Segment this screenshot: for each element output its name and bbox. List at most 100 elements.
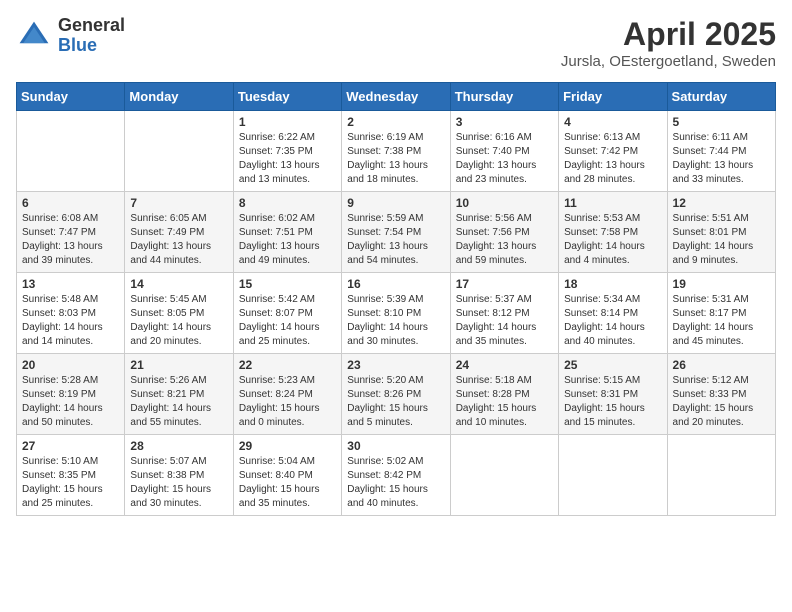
- day-number: 1: [239, 115, 336, 129]
- logo-general: General: [58, 16, 125, 36]
- day-info: Sunrise: 6:11 AM Sunset: 7:44 PM Dayligh…: [673, 131, 770, 187]
- day-info: Sunrise: 6:16 AM Sunset: 7:40 PM Dayligh…: [456, 131, 553, 187]
- day-number: 21: [130, 358, 227, 372]
- day-number: 2: [347, 115, 444, 129]
- calendar-cell: 12 Sunrise: 5:51 AM Sunset: 8:01 PM Dayli…: [667, 192, 775, 273]
- calendar-week-4: 20Sunrise: 5:28 AM Sunset: 8:19 PM Dayli…: [17, 354, 776, 435]
- calendar-cell: [667, 435, 775, 516]
- day-info: Sunrise: 5:56 AM Sunset: 7:56 PM Dayligh…: [456, 212, 553, 268]
- day-number: 8: [239, 196, 336, 210]
- day-info: Sunrise: 6:19 AM Sunset: 7:38 PM Dayligh…: [347, 131, 444, 187]
- day-info: Sunrise: 5:45 AM Sunset: 8:05 PM Dayligh…: [130, 293, 227, 349]
- calendar-cell: 6Sunrise: 6:08 AM Sunset: 7:47 PM Daylig…: [17, 192, 125, 273]
- day-info: Sunrise: 5:07 AM Sunset: 8:38 PM Dayligh…: [130, 455, 227, 511]
- day-info: Sunrise: 6:02 AM Sunset: 7:51 PM Dayligh…: [239, 212, 336, 268]
- calendar-cell: 15 Sunrise: 5:42 AM Sunset: 8:07 PM Dayli…: [233, 273, 341, 354]
- day-number: 9: [347, 196, 444, 210]
- calendar-cell: 25 Sunrise: 5:15 AM Sunset: 8:31 PM Dayli…: [559, 354, 667, 435]
- calendar-header-row: SundayMondayTuesdayWednesdayThursdayFrid…: [17, 83, 776, 111]
- day-info: Sunrise: 5:18 AM Sunset: 8:28 PM Dayligh…: [456, 374, 553, 430]
- day-info: Sunrise: 5:12 AM Sunset: 8:33 PM Dayligh…: [673, 374, 770, 430]
- day-number: 30: [347, 439, 444, 453]
- calendar-cell: 3 Sunrise: 6:16 AM Sunset: 7:40 PM Daylig…: [450, 111, 558, 192]
- month-title: April 2025: [561, 16, 776, 53]
- day-info: Sunrise: 5:48 AM Sunset: 8:03 PM Dayligh…: [22, 293, 119, 349]
- day-number: 11: [564, 196, 661, 210]
- day-number: 10: [456, 196, 553, 210]
- calendar-cell: [450, 435, 558, 516]
- day-info: Sunrise: 5:51 AM Sunset: 8:01 PM Dayligh…: [673, 212, 770, 268]
- calendar: SundayMondayTuesdayWednesdayThursdayFrid…: [16, 82, 776, 516]
- day-header-tuesday: Tuesday: [233, 83, 341, 111]
- day-info: Sunrise: 5:23 AM Sunset: 8:24 PM Dayligh…: [239, 374, 336, 430]
- logo-icon: [16, 18, 52, 54]
- day-number: 4: [564, 115, 661, 129]
- day-number: 18: [564, 277, 661, 291]
- day-info: Sunrise: 5:31 AM Sunset: 8:17 PM Dayligh…: [673, 293, 770, 349]
- day-info: Sunrise: 5:26 AM Sunset: 8:21 PM Dayligh…: [130, 374, 227, 430]
- calendar-cell: 9 Sunrise: 5:59 AM Sunset: 7:54 PM Daylig…: [342, 192, 450, 273]
- calendar-cell: 30 Sunrise: 5:02 AM Sunset: 8:42 PM Dayli…: [342, 435, 450, 516]
- calendar-cell: 21 Sunrise: 5:26 AM Sunset: 8:21 PM Dayli…: [125, 354, 233, 435]
- calendar-week-1: 1 Sunrise: 6:22 AM Sunset: 7:35 PM Daylig…: [17, 111, 776, 192]
- day-number: 20: [22, 358, 119, 372]
- day-info: Sunrise: 5:53 AM Sunset: 7:58 PM Dayligh…: [564, 212, 661, 268]
- logo: General Blue: [16, 16, 125, 56]
- calendar-cell: 5 Sunrise: 6:11 AM Sunset: 7:44 PM Daylig…: [667, 111, 775, 192]
- calendar-cell: 17 Sunrise: 5:37 AM Sunset: 8:12 PM Dayli…: [450, 273, 558, 354]
- day-header-wednesday: Wednesday: [342, 83, 450, 111]
- day-number: 25: [564, 358, 661, 372]
- day-number: 5: [673, 115, 770, 129]
- calendar-cell: 14 Sunrise: 5:45 AM Sunset: 8:05 PM Dayli…: [125, 273, 233, 354]
- day-number: 24: [456, 358, 553, 372]
- day-number: 15: [239, 277, 336, 291]
- calendar-cell: 8 Sunrise: 6:02 AM Sunset: 7:51 PM Daylig…: [233, 192, 341, 273]
- day-number: 22: [239, 358, 336, 372]
- calendar-cell: [125, 111, 233, 192]
- calendar-cell: 11 Sunrise: 5:53 AM Sunset: 7:58 PM Dayli…: [559, 192, 667, 273]
- calendar-cell: 13Sunrise: 5:48 AM Sunset: 8:03 PM Dayli…: [17, 273, 125, 354]
- day-number: 26: [673, 358, 770, 372]
- calendar-cell: 19Sunrise: 5:31 AM Sunset: 8:17 PM Dayli…: [667, 273, 775, 354]
- calendar-week-5: 27Sunrise: 5:10 AM Sunset: 8:35 PM Dayli…: [17, 435, 776, 516]
- day-number: 7: [130, 196, 227, 210]
- calendar-week-2: 6Sunrise: 6:08 AM Sunset: 7:47 PM Daylig…: [17, 192, 776, 273]
- calendar-cell: 7 Sunrise: 6:05 AM Sunset: 7:49 PM Daylig…: [125, 192, 233, 273]
- day-header-friday: Friday: [559, 83, 667, 111]
- calendar-cell: 18Sunrise: 5:34 AM Sunset: 8:14 PM Dayli…: [559, 273, 667, 354]
- day-info: Sunrise: 5:59 AM Sunset: 7:54 PM Dayligh…: [347, 212, 444, 268]
- day-number: 17: [456, 277, 553, 291]
- day-number: 14: [130, 277, 227, 291]
- day-info: Sunrise: 6:08 AM Sunset: 7:47 PM Dayligh…: [22, 212, 119, 268]
- header: General Blue April 2025 Jursla, OEstergo…: [16, 16, 776, 70]
- calendar-cell: 22 Sunrise: 5:23 AM Sunset: 8:24 PM Dayli…: [233, 354, 341, 435]
- calendar-week-3: 13Sunrise: 5:48 AM Sunset: 8:03 PM Dayli…: [17, 273, 776, 354]
- day-info: Sunrise: 5:37 AM Sunset: 8:12 PM Dayligh…: [456, 293, 553, 349]
- day-number: 3: [456, 115, 553, 129]
- calendar-cell: [559, 435, 667, 516]
- calendar-cell: 1 Sunrise: 6:22 AM Sunset: 7:35 PM Daylig…: [233, 111, 341, 192]
- day-number: 16: [347, 277, 444, 291]
- day-number: 29: [239, 439, 336, 453]
- day-info: Sunrise: 5:42 AM Sunset: 8:07 PM Dayligh…: [239, 293, 336, 349]
- day-info: Sunrise: 6:05 AM Sunset: 7:49 PM Dayligh…: [130, 212, 227, 268]
- day-header-sunday: Sunday: [17, 83, 125, 111]
- title-section: April 2025 Jursla, OEstergoetland, Swede…: [561, 16, 776, 70]
- calendar-cell: 4 Sunrise: 6:13 AM Sunset: 7:42 PM Daylig…: [559, 111, 667, 192]
- calendar-cell: 23Sunrise: 5:20 AM Sunset: 8:26 PM Dayli…: [342, 354, 450, 435]
- day-info: Sunrise: 6:22 AM Sunset: 7:35 PM Dayligh…: [239, 131, 336, 187]
- day-info: Sunrise: 6:13 AM Sunset: 7:42 PM Dayligh…: [564, 131, 661, 187]
- logo-blue: Blue: [58, 36, 125, 56]
- day-number: 12: [673, 196, 770, 210]
- day-info: Sunrise: 5:04 AM Sunset: 8:40 PM Dayligh…: [239, 455, 336, 511]
- day-info: Sunrise: 5:02 AM Sunset: 8:42 PM Dayligh…: [347, 455, 444, 511]
- day-header-monday: Monday: [125, 83, 233, 111]
- day-info: Sunrise: 5:15 AM Sunset: 8:31 PM Dayligh…: [564, 374, 661, 430]
- day-header-saturday: Saturday: [667, 83, 775, 111]
- calendar-cell: 16Sunrise: 5:39 AM Sunset: 8:10 PM Dayli…: [342, 273, 450, 354]
- day-header-thursday: Thursday: [450, 83, 558, 111]
- calendar-cell: 20Sunrise: 5:28 AM Sunset: 8:19 PM Dayli…: [17, 354, 125, 435]
- day-number: 23: [347, 358, 444, 372]
- location-title: Jursla, OEstergoetland, Sweden: [561, 53, 776, 70]
- calendar-cell: 10 Sunrise: 5:56 AM Sunset: 7:56 PM Dayli…: [450, 192, 558, 273]
